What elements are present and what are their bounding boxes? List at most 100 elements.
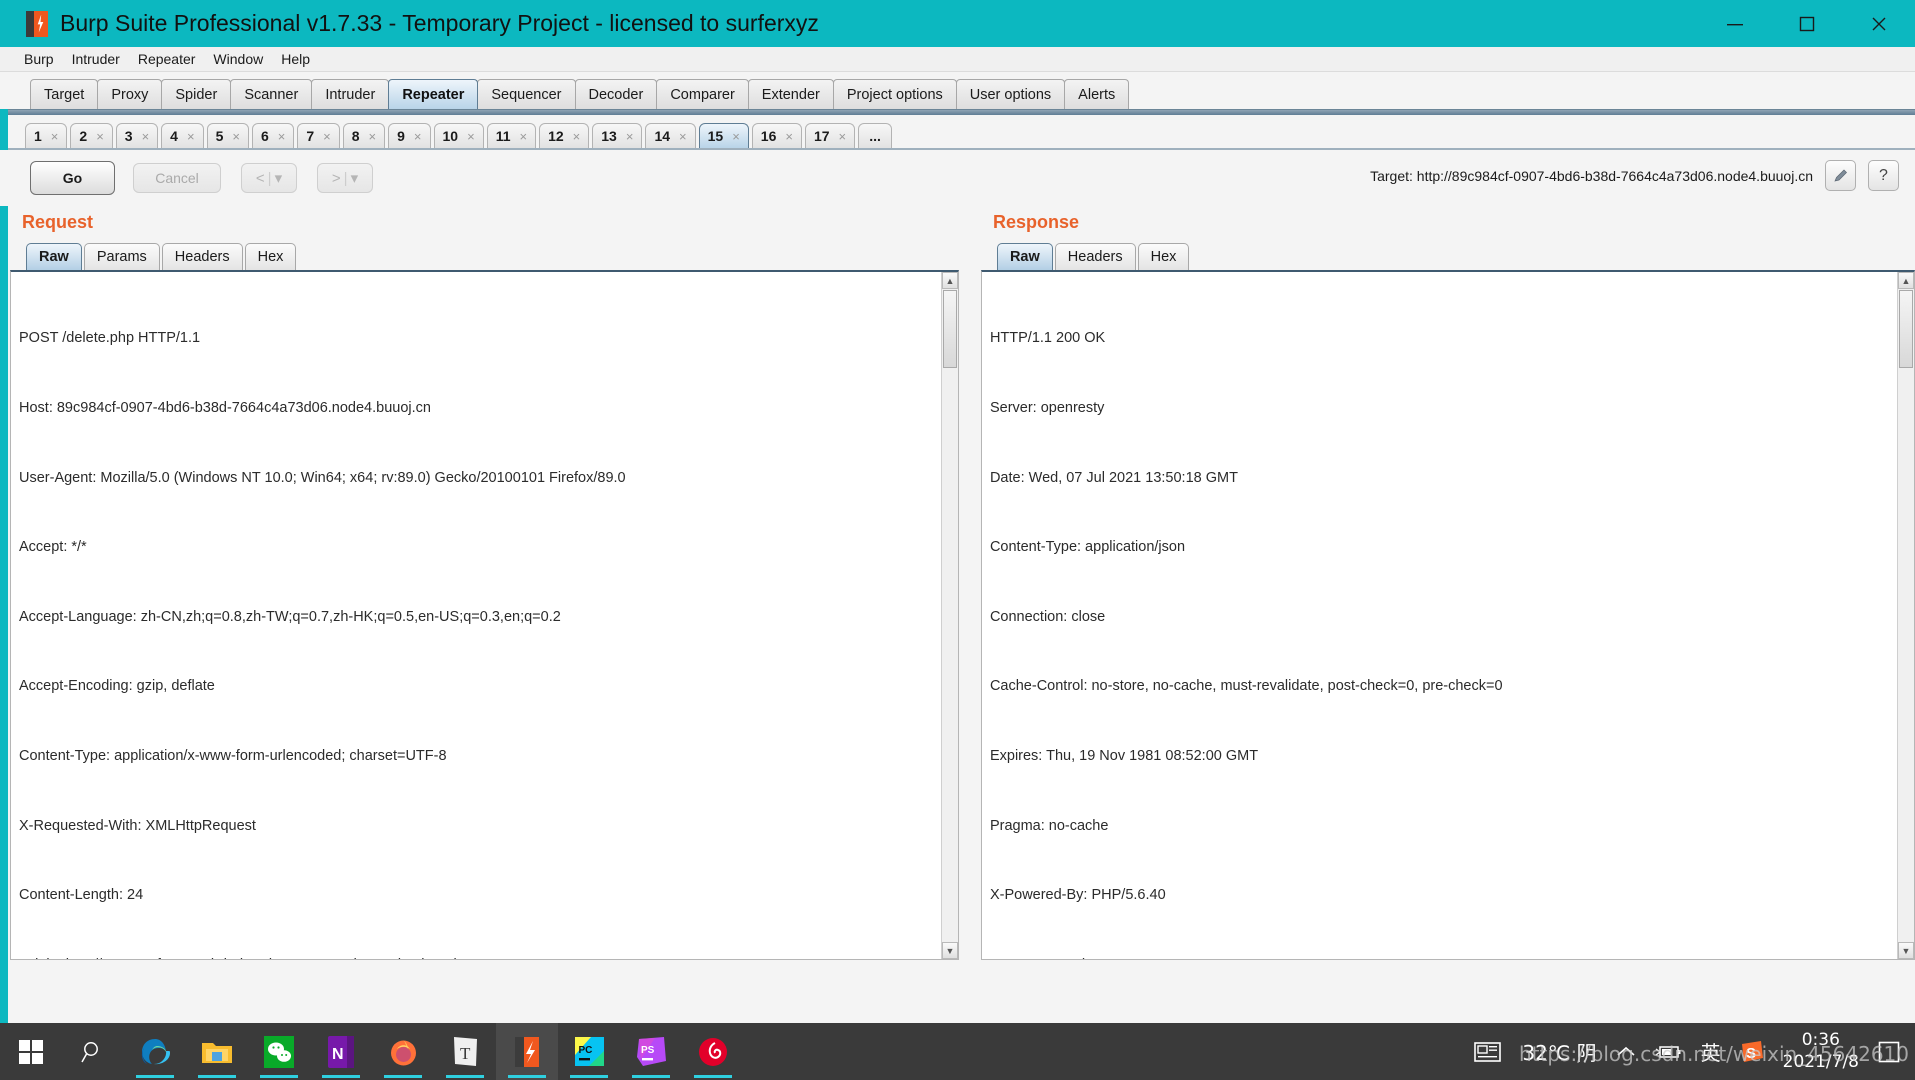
menu-item-help[interactable]: Help <box>279 50 312 68</box>
close-icon[interactable]: × <box>369 129 377 144</box>
response-tab-hex[interactable]: Hex <box>1137 243 1190 270</box>
repeater-tab-17[interactable]: 17 × <box>804 123 856 148</box>
repeater-tab-15[interactable]: 15 × <box>698 123 749 148</box>
tab-user-options[interactable]: User options <box>955 79 1066 109</box>
close-icon[interactable]: × <box>520 129 528 144</box>
question-mark-icon[interactable]: ? <box>1868 160 1899 191</box>
scrollbar-thumb[interactable] <box>942 290 957 368</box>
tab-proxy[interactable]: Proxy <box>97 79 163 109</box>
scroll-down-icon[interactable]: ▼ <box>941 942 958 959</box>
ime-indicator[interactable]: 英 <box>1701 1037 1721 1066</box>
repeater-tab-3[interactable]: 3 × <box>115 123 159 148</box>
repeater-tab-8[interactable]: 8 × <box>342 123 386 148</box>
onenote-button[interactable]: N <box>310 1023 372 1080</box>
request-scrollbar[interactable]: ▲ ▼ <box>940 272 958 959</box>
close-icon[interactable]: × <box>323 129 331 144</box>
tab-project-options[interactable]: Project options <box>832 79 957 109</box>
menu-item-burp[interactable]: Burp <box>22 50 56 68</box>
repeater-tab-9[interactable]: 9 × <box>388 123 431 148</box>
request-tab-hex[interactable]: Hex <box>244 243 297 270</box>
repeater-tab-11[interactable]: 11 × <box>486 123 537 148</box>
tab-sequencer[interactable]: Sequencer <box>477 79 576 109</box>
maximize-icon[interactable] <box>1771 0 1843 47</box>
tab-comparer[interactable]: Comparer <box>656 79 749 109</box>
close-icon[interactable]: × <box>467 129 475 144</box>
close-icon[interactable]: × <box>785 129 793 144</box>
menu-item-repeater[interactable]: Repeater <box>136 50 198 68</box>
repeater-tab-7[interactable]: 7 × <box>297 123 340 148</box>
close-icon[interactable]: × <box>187 129 195 144</box>
pencil-icon[interactable] <box>1825 160 1856 191</box>
wechat-button[interactable] <box>248 1023 310 1080</box>
clock[interactable]: 0:36 2021/7/8 <box>1783 1030 1859 1073</box>
tab-decoder[interactable]: Decoder <box>574 79 658 109</box>
edge-button[interactable] <box>124 1023 186 1080</box>
close-icon[interactable]: × <box>839 129 847 144</box>
request-tab-raw[interactable]: Raw <box>26 243 82 270</box>
burp-logo-icon <box>26 10 48 37</box>
close-icon[interactable]: × <box>626 129 634 144</box>
repeater-tab-4[interactable]: 4 × <box>161 123 204 148</box>
go-button[interactable]: Go <box>30 161 115 195</box>
typora-button[interactable]: T <box>434 1023 496 1080</box>
battery-charging-icon[interactable] <box>1655 1042 1683 1062</box>
weather-status[interactable]: 32℃ 阴 <box>1522 1037 1596 1066</box>
scroll-down-icon[interactable]: ▼ <box>1898 942 1914 959</box>
tab-extender[interactable]: Extender <box>747 79 834 109</box>
response-raw-text[interactable]: HTTP/1.1 200 OK Server: openresty Date: … <box>982 272 1897 959</box>
tab-scanner[interactable]: Scanner <box>230 79 313 109</box>
request-tab-headers[interactable]: Headers <box>161 243 243 270</box>
close-icon[interactable]: × <box>51 129 59 144</box>
sogou-input-icon[interactable]: S <box>1739 1039 1765 1065</box>
repeater-tab-5[interactable]: 5 × <box>206 123 249 148</box>
minimize-icon[interactable] <box>1699 0 1771 47</box>
scrollbar-thumb[interactable] <box>1899 290 1913 368</box>
response-tab-raw[interactable]: Raw <box>996 243 1053 270</box>
request-raw-text[interactable]: POST /delete.php HTTP/1.1 Host: 89c984cf… <box>11 272 941 959</box>
tab-spider[interactable]: Spider <box>161 79 232 109</box>
response-tab-headers[interactable]: Headers <box>1054 243 1136 270</box>
close-icon[interactable]: × <box>232 129 240 144</box>
repeater-tab-14[interactable]: 14 × <box>645 123 696 148</box>
pycharm-button[interactable]: PC <box>558 1023 620 1080</box>
close-icon[interactable]: × <box>96 129 104 144</box>
tab-target[interactable]: Target <box>30 79 99 109</box>
response-editor[interactable]: HTTP/1.1 200 OK Server: openresty Date: … <box>980 270 1915 960</box>
scroll-up-icon[interactable]: ▲ <box>1898 272 1914 289</box>
burp-button[interactable] <box>496 1023 558 1080</box>
tab-intruder[interactable]: Intruder <box>311 79 390 109</box>
close-icon[interactable]: × <box>414 129 422 144</box>
explorer-button[interactable] <box>186 1023 248 1080</box>
close-icon[interactable]: × <box>142 129 150 144</box>
close-icon[interactable] <box>1843 0 1915 47</box>
close-icon[interactable]: × <box>278 129 286 144</box>
repeater-tab-more[interactable]: ... <box>858 123 893 148</box>
search-button[interactable] <box>62 1023 124 1080</box>
news-weather-icon[interactable] <box>1474 1040 1504 1064</box>
chevron-up-icon[interactable] <box>1615 1044 1637 1060</box>
repeater-tab-13[interactable]: 13 × <box>592 123 643 148</box>
request-editor[interactable]: POST /delete.php HTTP/1.1 Host: 89c984cf… <box>10 270 959 960</box>
repeater-tab-10[interactable]: 10 × <box>433 123 484 148</box>
menu-item-window[interactable]: Window <box>211 50 265 68</box>
tab-repeater[interactable]: Repeater <box>388 79 479 109</box>
tab-alerts[interactable]: Alerts <box>1064 79 1130 109</box>
cancel-button: Cancel <box>133 163 221 193</box>
firefox-button[interactable] <box>372 1023 434 1080</box>
close-icon[interactable]: × <box>679 129 687 144</box>
request-tab-params[interactable]: Params <box>83 243 160 270</box>
netease-music-button[interactable] <box>682 1023 744 1080</box>
phpstorm-button[interactable]: PS <box>620 1023 682 1080</box>
response-scrollbar[interactable]: ▲ ▼ <box>1897 272 1914 959</box>
close-icon[interactable]: × <box>732 129 740 144</box>
repeater-tab-1[interactable]: 1 × <box>25 123 68 148</box>
scroll-up-icon[interactable]: ▲ <box>941 272 958 289</box>
repeater-tab-16[interactable]: 16 × <box>751 123 802 148</box>
menu-item-intruder[interactable]: Intruder <box>70 50 122 68</box>
action-center-icon[interactable] <box>1877 1040 1901 1064</box>
repeater-tab-2[interactable]: 2 × <box>70 123 113 148</box>
repeater-tab-12[interactable]: 12 × <box>539 123 590 148</box>
start-button[interactable] <box>0 1023 62 1080</box>
repeater-tab-6[interactable]: 6 × <box>251 123 295 148</box>
close-icon[interactable]: × <box>573 129 581 144</box>
